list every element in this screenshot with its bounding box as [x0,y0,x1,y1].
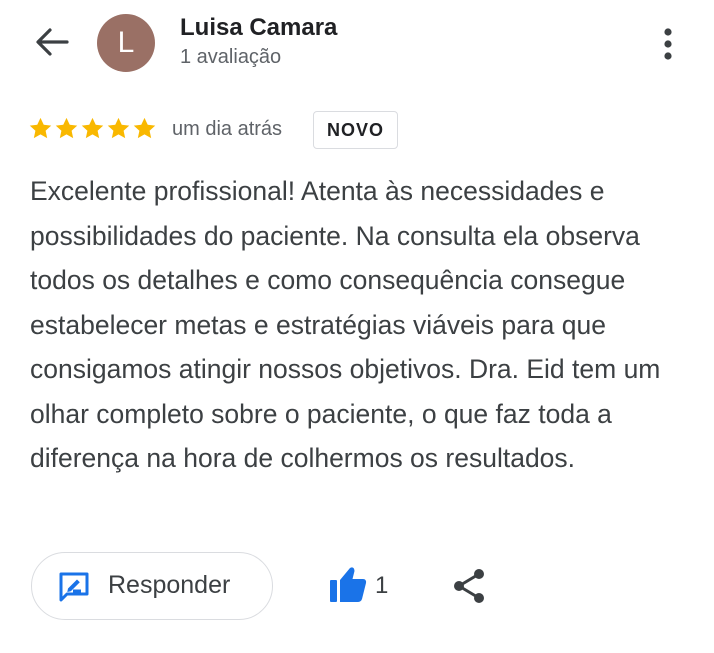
avatar[interactable]: L [97,14,155,72]
like-button[interactable] [328,566,368,604]
star-icon [55,117,78,139]
new-badge: NOVO [313,111,399,149]
reply-button[interactable]: Responder [31,552,273,620]
review-count: 1 avaliação [180,46,282,68]
more-vert-icon [664,28,672,60]
share-button[interactable] [452,568,486,604]
thumb-up-icon [330,567,367,602]
back-button[interactable] [26,20,78,64]
star-icon [133,117,156,139]
user-name[interactable]: Luisa Camara [180,14,337,42]
share-icon [454,569,484,603]
arrow-back-icon [36,28,69,56]
review-text: Excelente profissional! Atenta às necess… [30,176,661,473]
like-count: 1 [375,572,389,599]
review-time: um dia atrás [172,118,283,140]
star-rating [28,116,157,141]
rate-review-icon [59,572,89,602]
reply-label: Responder [108,571,231,599]
star-icon [81,117,104,139]
more-options-button[interactable] [650,22,686,66]
star-icon [107,117,130,139]
review-card: L Luisa Camara 1 avaliação um dia atrás … [0,0,714,653]
star-icon [29,117,52,139]
